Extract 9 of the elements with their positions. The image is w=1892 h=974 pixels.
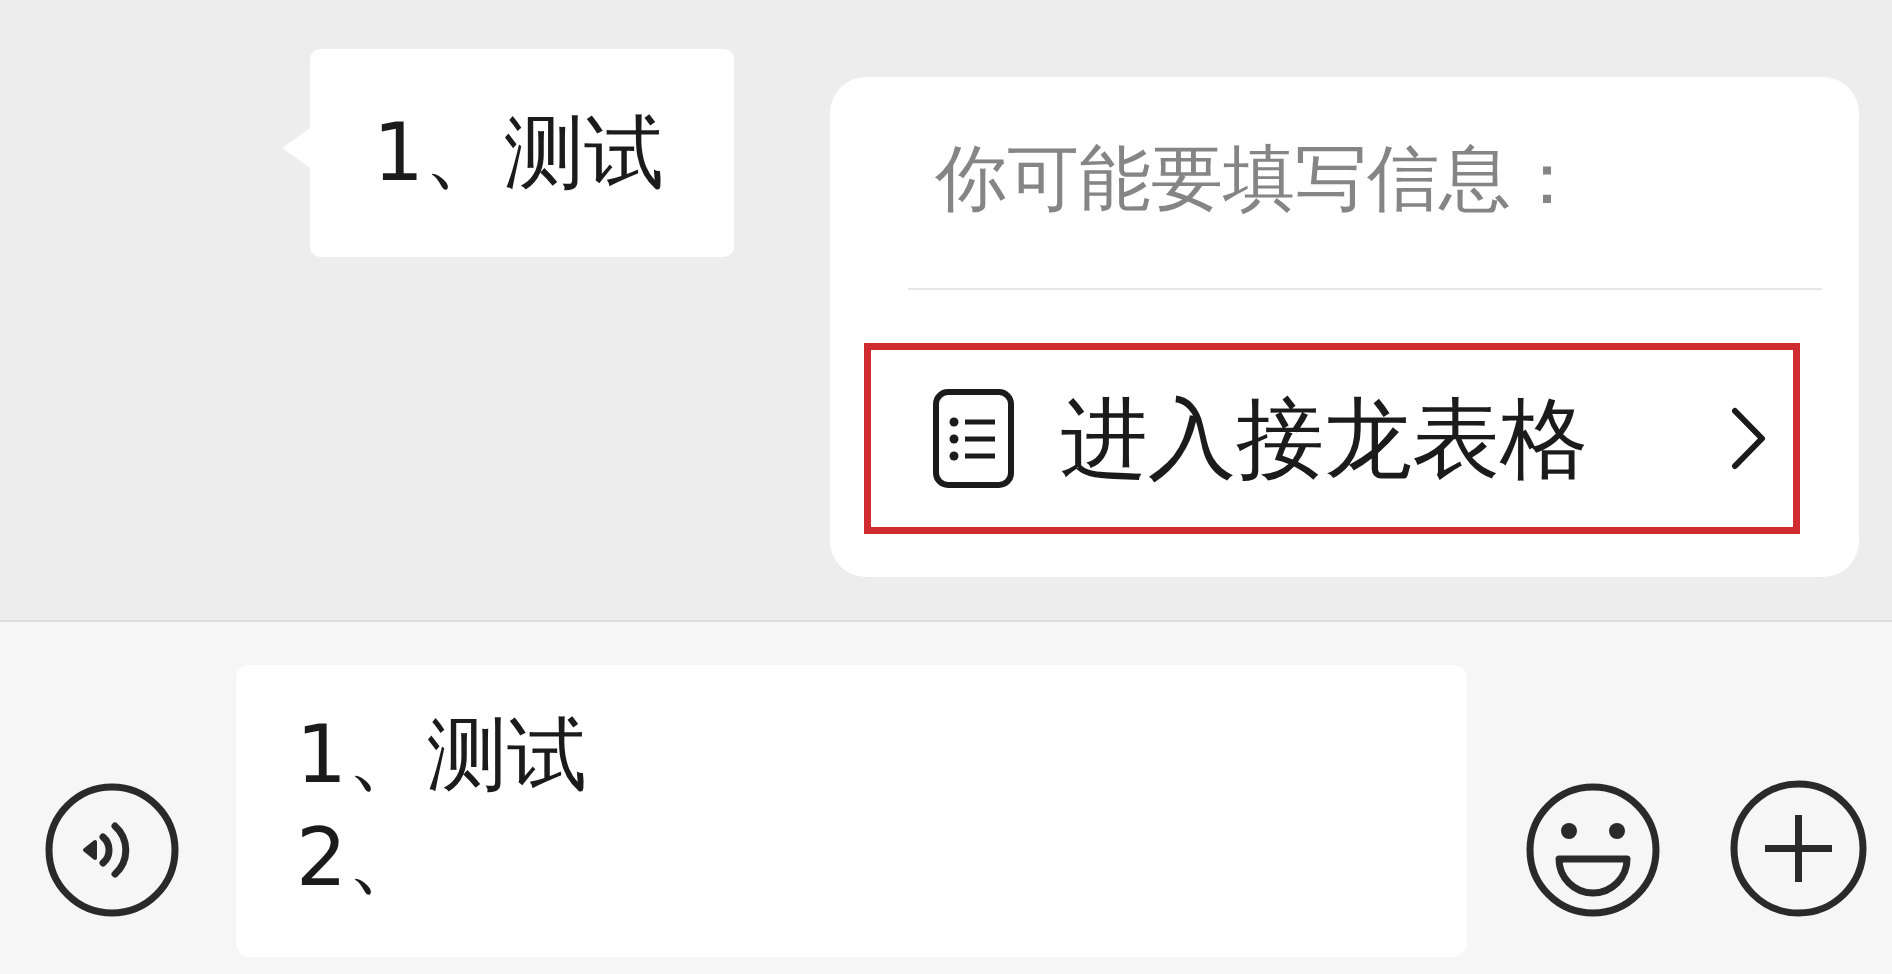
message-input-field[interactable]: 1、测试 2、 [236, 665, 1467, 957]
message-bubble: 1、测试 [282, 49, 734, 257]
card-title: 你可能要填写信息： [935, 135, 1584, 221]
plus-icon[interactable] [1730, 780, 1867, 917]
voice-icon[interactable] [45, 783, 179, 917]
chevron-right-icon [1731, 407, 1766, 470]
smiley-icon[interactable] [1526, 783, 1660, 917]
form-entry-button[interactable]: 进入接龙表格 [864, 343, 1800, 534]
list-icon [933, 389, 1014, 488]
